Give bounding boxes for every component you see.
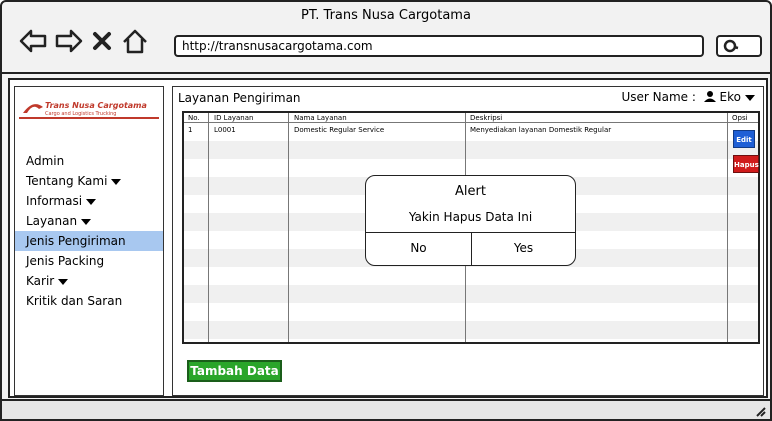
sidebar-item-informasi[interactable]: Informasi	[15, 191, 163, 211]
cell-nama-layanan: Domestic Regular Service	[294, 126, 385, 134]
sidebar-menu: Admin Tentang Kami Informasi Layanan Jen…	[15, 151, 163, 311]
user-name: Eko	[719, 90, 741, 104]
sidebar-item-karir[interactable]: Karir	[15, 271, 163, 291]
search-button[interactable]	[716, 35, 762, 57]
logo-subtitle: Cargo and Logistics Trucking	[45, 111, 117, 117]
toolbar-divider	[2, 72, 770, 74]
sidebar-item-label: Informasi	[26, 194, 83, 208]
sidebar-item-label: Tentang Kami	[26, 174, 108, 188]
alert-title: Alert	[455, 184, 486, 199]
alert-yes-button[interactable]: Yes	[471, 241, 576, 255]
edit-button[interactable]: Edit	[733, 130, 755, 148]
search-icon	[723, 39, 739, 53]
alert-message: Yakin Hapus Data Ini	[408, 210, 533, 224]
back-arrow-icon[interactable]	[18, 26, 48, 56]
url-bar[interactable]: http://transnusacargotama.com	[174, 35, 704, 57]
cell-id-layanan: L0001	[214, 126, 236, 134]
cell-deskripsi: Menyediakan layanan Domestik Regular	[470, 126, 612, 134]
sidebar-item-label: Jenis Packing	[26, 254, 105, 268]
alert-dialog: Alert Yakin Hapus Data Ini No Yes	[365, 175, 576, 266]
close-icon[interactable]	[90, 26, 114, 56]
logo-text: Trans Nusa Cargotama	[45, 101, 147, 110]
browser-window: PT. Trans Nusa Cargotama http://transnus…	[0, 0, 772, 421]
sidebar-item-kritik-dan-saran[interactable]: Kritik dan Saran	[15, 291, 163, 311]
caret-down-icon	[81, 218, 92, 225]
sidebar-item-admin[interactable]: Admin	[15, 151, 163, 171]
home-icon[interactable]	[120, 26, 150, 56]
sidebar-item-label: Karir	[26, 274, 55, 288]
user-label: User Name :	[621, 90, 696, 104]
resize-grip-icon[interactable]	[754, 405, 766, 417]
sidebar-item-label: Jenis Pengiriman	[26, 234, 126, 248]
hapus-button[interactable]: Hapus	[733, 155, 759, 173]
sidebar-item-label: Kritik dan Saran	[26, 294, 123, 308]
alert-no-button[interactable]: No	[366, 241, 471, 255]
navigation-buttons	[18, 26, 150, 56]
page-title: Layanan Pengiriman	[178, 91, 301, 105]
sidebar-item-layanan[interactable]: Layanan	[15, 211, 163, 231]
sidebar-item-jenis-packing[interactable]: Jenis Packing	[15, 251, 163, 271]
sidebar: Trans Nusa Cargotama Cargo and Logistics…	[14, 86, 164, 396]
sidebar-item-label: Admin	[26, 154, 65, 168]
caret-down-icon	[58, 278, 69, 285]
status-bar	[2, 399, 770, 419]
user-icon	[703, 91, 716, 102]
main-panel: Layanan Pengiriman User Name : Eko No. I…	[172, 86, 764, 396]
caret-down-icon	[86, 198, 97, 205]
forward-arrow-icon[interactable]	[54, 26, 84, 56]
tambah-data-button[interactable]: Tambah Data	[187, 360, 282, 382]
sidebar-item-tentang-kami[interactable]: Tentang Kami	[15, 171, 163, 191]
caret-down-icon	[111, 178, 122, 185]
column-header-opsi: Opsi	[732, 114, 748, 122]
user-menu[interactable]: User Name : Eko	[621, 90, 755, 104]
caret-down-icon	[745, 94, 755, 101]
sidebar-item-label: Layanan	[26, 214, 78, 228]
window-title: PT. Trans Nusa Cargotama	[301, 8, 471, 23]
company-logo: Trans Nusa Cargotama Cargo and Logistics…	[19, 95, 159, 125]
cell-no: 1	[188, 126, 193, 134]
sidebar-item-jenis-pengiriman[interactable]: Jenis Pengiriman	[15, 231, 163, 251]
